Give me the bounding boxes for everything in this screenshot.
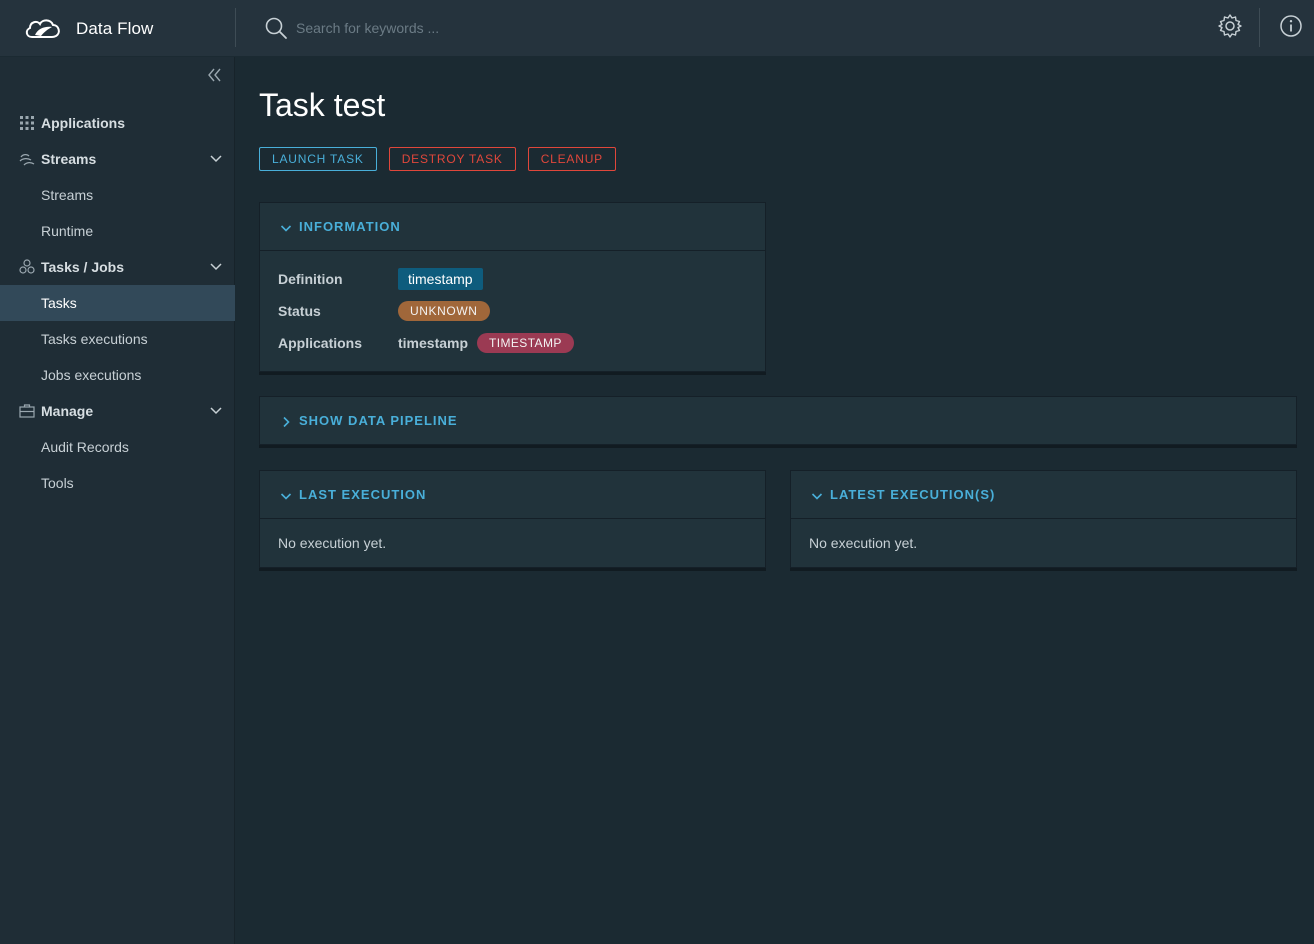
page-title: Task test <box>259 87 386 123</box>
task-actions: LAUNCH TASK DESTROY TASK CLEANUP <box>259 147 628 171</box>
about-button[interactable] <box>1276 13 1306 43</box>
card-title: SHOW DATA PIPELINE <box>299 413 458 428</box>
sidebar-item-jobs-executions[interactable]: Jobs executions <box>0 357 235 393</box>
info-row-definition: Definition timestamp <box>278 263 747 295</box>
destroy-task-button[interactable]: DESTROY TASK <box>388 147 516 171</box>
sidebar-group-applications[interactable]: Applications <box>0 105 235 141</box>
chevron-down-icon <box>280 489 292 501</box>
search-bar <box>264 14 764 42</box>
applications-label: Applications <box>278 335 363 351</box>
application-type-badge: TIMESTAMP <box>477 333 574 353</box>
settings-button[interactable] <box>1215 13 1245 43</box>
chevron-down-icon <box>811 489 823 501</box>
sidebar-group-label: Manage <box>41 403 94 419</box>
sidebar-item-tasks[interactable]: Tasks <box>0 285 235 321</box>
cleanup-button[interactable]: CLEANUP <box>527 147 616 171</box>
application-name: timestamp <box>398 335 469 351</box>
double-chevron-left-icon <box>206 68 224 88</box>
sidebar-item-tools[interactable]: Tools <box>0 465 235 501</box>
sidebar-group-label: Tasks / Jobs <box>41 259 125 275</box>
last-execution-card-header[interactable]: LAST EXECUTION <box>260 471 765 519</box>
sidebar: Applications Streams Streams Runtime Tas… <box>0 57 235 944</box>
information-card: INFORMATION Definition timestamp Status … <box>259 202 766 372</box>
empty-state-text: No execution yet. <box>278 535 387 551</box>
status-label: Status <box>278 303 321 319</box>
information-card-body: Definition timestamp Status UNKNOWN Appl… <box>260 251 765 375</box>
sidebar-item-audit-records[interactable]: Audit Records <box>0 429 235 465</box>
search-input[interactable] <box>296 20 736 36</box>
definition-label: Definition <box>278 271 343 287</box>
sidebar-group-tasks-jobs[interactable]: Tasks / Jobs <box>0 249 235 285</box>
status-badge: UNKNOWN <box>398 301 490 321</box>
sidebar-item-tasks-executions[interactable]: Tasks executions <box>0 321 235 357</box>
empty-state-text: No execution yet. <box>809 535 918 551</box>
card-title: INFORMATION <box>299 219 401 234</box>
data-pipeline-card: SHOW DATA PIPELINE <box>259 396 1297 445</box>
latest-executions-card-header[interactable]: LATEST EXECUTION(S) <box>791 471 1296 519</box>
chevron-down-icon <box>209 152 223 166</box>
spring-cloud-logo-icon <box>24 15 62 43</box>
sidebar-group-manage[interactable]: Manage <box>0 393 235 429</box>
definition-chip: timestamp <box>398 268 483 290</box>
app-header: Data Flow <box>0 0 1314 57</box>
sidebar-group-streams[interactable]: Streams <box>0 141 235 177</box>
grid-icon <box>19 115 35 131</box>
show-data-pipeline-toggle[interactable]: SHOW DATA PIPELINE <box>260 397 1296 444</box>
briefcase-icon <box>19 403 35 419</box>
last-execution-card: LAST EXECUTION No execution yet. <box>259 470 766 568</box>
tasks-icon <box>19 259 35 275</box>
app-title: Data Flow <box>76 18 154 38</box>
gear-icon <box>1217 13 1243 44</box>
collapse-sidebar-button[interactable] <box>206 66 224 84</box>
chevron-right-icon <box>280 415 292 427</box>
header-divider <box>1259 8 1260 47</box>
card-title: LATEST EXECUTION(S) <box>830 487 996 502</box>
last-execution-card-body: No execution yet. <box>260 519 765 569</box>
sidebar-item-runtime[interactable]: Runtime <box>0 213 235 249</box>
sidebar-group-label: Applications <box>41 115 126 131</box>
info-icon <box>1279 14 1303 43</box>
card-title: LAST EXECUTION <box>299 487 427 502</box>
sidebar-group-label: Streams <box>41 151 97 167</box>
streams-icon <box>19 151 35 167</box>
latest-executions-card-body: No execution yet. <box>791 519 1296 569</box>
brand[interactable]: Data Flow <box>0 0 236 57</box>
information-card-header[interactable]: INFORMATION <box>260 203 765 251</box>
latest-executions-card: LATEST EXECUTION(S) No execution yet. <box>790 470 1297 568</box>
sidebar-nav: Applications Streams Streams Runtime Tas… <box>0 105 235 501</box>
sidebar-item-streams[interactable]: Streams <box>0 177 235 213</box>
info-row-status: Status UNKNOWN <box>278 295 747 327</box>
info-row-applications: Applications timestamp TIMESTAMP <box>278 327 747 359</box>
chevron-down-icon <box>209 404 223 418</box>
chevron-down-icon <box>280 221 292 233</box>
header-divider <box>235 8 236 47</box>
search-icon <box>264 16 288 40</box>
chevron-down-icon <box>209 260 223 274</box>
launch-task-button[interactable]: LAUNCH TASK <box>259 147 377 171</box>
